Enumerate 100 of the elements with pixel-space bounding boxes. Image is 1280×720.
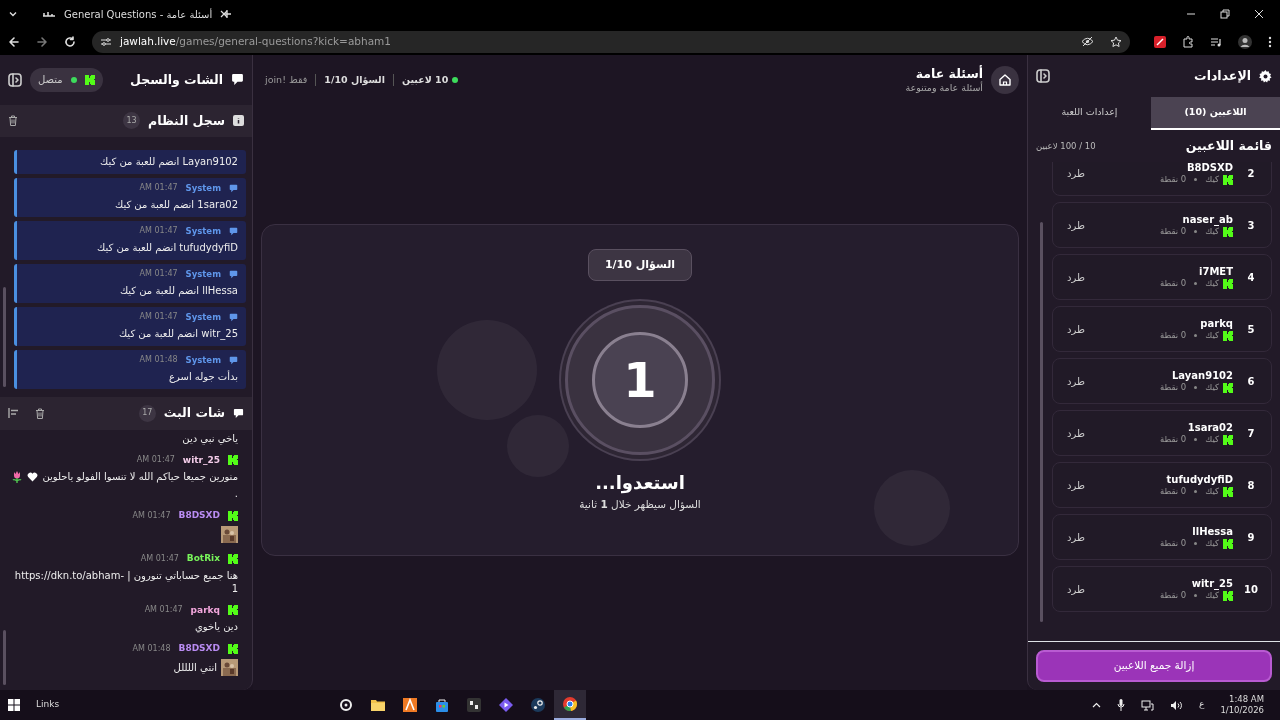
timestamp: 01:47 AM [139, 183, 178, 194]
platform-icon [1223, 174, 1233, 185]
new-tab-icon[interactable] [222, 9, 232, 19]
message-text: llHessa انضم للعبة من كيك [118, 283, 238, 297]
shopping-bag-icon[interactable] [434, 697, 450, 713]
chat-icon [231, 73, 244, 87]
platform-icon [84, 74, 95, 85]
forward-icon[interactable] [36, 35, 48, 48]
folder-icon[interactable] [370, 697, 386, 713]
media-queue-icon[interactable] [1210, 35, 1222, 48]
kick-button[interactable]: طرد [1063, 476, 1089, 494]
play-icon[interactable] [498, 697, 514, 713]
chat-icon [229, 269, 238, 279]
timestamp: 01:47 AM [144, 605, 183, 616]
microphone-icon[interactable] [1117, 699, 1126, 711]
platform-icon [1223, 330, 1233, 341]
browser-tab[interactable]: General Questions - أسئلة عامة [34, 2, 214, 26]
username[interactable]: parkq [190, 604, 220, 617]
player-rank: 10 [1243, 582, 1259, 596]
player-points: 0 نقطة [1159, 538, 1187, 550]
username[interactable]: B8DSXD [178, 510, 220, 522]
browser-icon[interactable] [562, 696, 578, 712]
close-icon[interactable] [220, 10, 229, 18]
kick-button[interactable]: طرد [1063, 164, 1089, 182]
username[interactable]: witr_25 [182, 454, 220, 467]
extension-icon[interactable] [1154, 35, 1166, 48]
clock-date: 1/10/2026 [1220, 705, 1264, 717]
restore-icon[interactable] [1220, 9, 1230, 19]
sidebar-toggle-icon[interactable] [1036, 69, 1050, 83]
game-title: أسئلة عامة [914, 65, 983, 81]
tab[interactable]: إعدادات اللعبة [1028, 97, 1151, 130]
app-icon[interactable] [466, 697, 482, 713]
clock[interactable]: 1:48 AM 1/10/2026 [1220, 693, 1264, 717]
site-settings-icon[interactable] [100, 36, 112, 47]
player-rank: 4 [1246, 270, 1256, 284]
kick-button[interactable]: طرد [1063, 424, 1089, 442]
username[interactable]: B8DSXD [178, 643, 220, 655]
player-points: 0 نقطة [1159, 590, 1187, 602]
chevron-up-icon[interactable] [1092, 700, 1102, 710]
chevron-down-icon[interactable] [8, 9, 18, 19]
language-indicator[interactable]: ع [1199, 699, 1205, 711]
sidebar-toggle-icon[interactable] [8, 72, 22, 87]
scrollbar-thumb[interactable] [1040, 222, 1043, 623]
trash-icon[interactable] [8, 115, 18, 127]
kick-button[interactable]: طرد [1063, 580, 1089, 598]
home-button[interactable] [991, 66, 1019, 94]
platform-icon [228, 511, 238, 522]
player-name: witr_25 [1190, 577, 1233, 591]
remove-all-button[interactable]: إزالة جميع اللاعبين [1036, 650, 1272, 682]
username[interactable]: BotRix [186, 552, 220, 565]
player-name: naser_ab [1181, 213, 1233, 227]
more-icon[interactable] [1268, 35, 1272, 48]
kick-button[interactable]: طرد [1063, 320, 1089, 338]
clock-time: 1:48 AM [1228, 693, 1264, 705]
triangle-app-icon[interactable] [402, 697, 418, 713]
profile-icon[interactable] [1238, 34, 1252, 49]
chat-icon [229, 313, 238, 322]
toolbar-label[interactable]: Links [36, 699, 60, 711]
gear-icon[interactable] [338, 697, 354, 713]
section-title: سجل النظام [148, 112, 225, 130]
trash-icon[interactable] [35, 407, 45, 419]
close-window-icon[interactable] [1254, 9, 1264, 19]
player-rank: 2 [1246, 166, 1256, 180]
timestamp: 01:47 AM [132, 510, 171, 522]
chat-icon [229, 183, 238, 193]
player-rank: 9 [1246, 530, 1256, 544]
volume-icon[interactable] [1170, 699, 1184, 711]
player-name: i7MET [1198, 265, 1233, 279]
message-text: Layan9102 انضم للعبة من كيك [99, 154, 238, 168]
scrollbar-thumb[interactable] [3, 629, 6, 685]
kick-button[interactable]: طرد [1063, 528, 1089, 546]
online-dot [452, 77, 459, 83]
windows-start-icon[interactable] [8, 699, 20, 711]
message-text: دين ياخوي [194, 620, 238, 634]
kick-button[interactable]: طرد [1063, 216, 1089, 234]
tab[interactable]: اللاعبين (10) [1150, 97, 1280, 130]
scrollbar-thumb[interactable] [3, 287, 6, 388]
back-icon[interactable] [8, 35, 20, 48]
network-icon[interactable] [1141, 699, 1155, 711]
kick-button[interactable]: طرد [1063, 268, 1089, 286]
platform-icon [1223, 226, 1233, 237]
message-text: tufudydyfiD انضم للعبة من كيك [96, 240, 238, 254]
separator-dot [1194, 178, 1198, 182]
address-bar[interactable]: jawlah.live/games/general-questions?kick=abham1 [92, 30, 1130, 53]
platform-icon [1223, 278, 1233, 289]
player-rank: 3 [1246, 218, 1256, 232]
chat-icon [229, 356, 238, 366]
reload-icon[interactable] [64, 35, 76, 48]
platform-icon [228, 455, 238, 466]
platform-icon [1223, 486, 1233, 497]
message-text: منورين جميعا حياكم الله لا تنسوا الفولو ياحلوين [42, 470, 238, 484]
platform-label: كيك [1205, 382, 1219, 394]
chat-icon [229, 226, 238, 236]
star-icon[interactable] [1110, 35, 1122, 48]
kick-button[interactable]: طرد [1063, 372, 1089, 390]
home-icon [998, 73, 1012, 87]
eye-off-icon[interactable] [1081, 36, 1094, 47]
align-icon[interactable] [8, 408, 19, 419]
puzzle-icon[interactable] [1182, 35, 1194, 48]
separator-dot [1194, 490, 1198, 494]
